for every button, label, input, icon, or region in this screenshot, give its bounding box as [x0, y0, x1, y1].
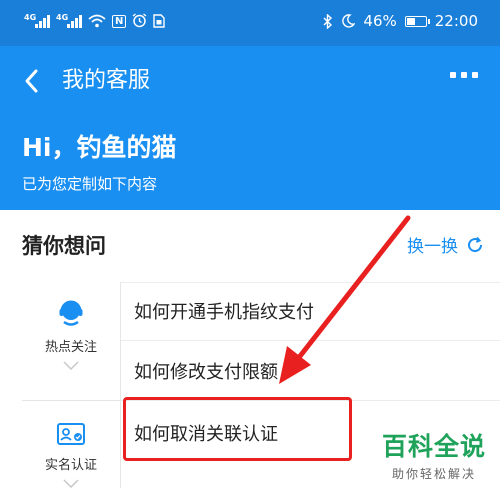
status-right: 46% 22:00	[323, 12, 478, 30]
chevron-down-icon	[63, 361, 79, 370]
more-options-icon[interactable]	[450, 72, 478, 78]
clock: 22:00	[434, 12, 478, 30]
category-real-name-verification[interactable]: 实名认证	[22, 422, 120, 488]
watermark-title: 百科全说	[381, 432, 486, 461]
battery-level	[406, 17, 415, 25]
category-label: 实名认证	[44, 458, 97, 473]
category-label: 热点关注	[44, 340, 97, 355]
question-item[interactable]: 如何修改支付限额	[134, 358, 278, 384]
refresh-icon	[468, 236, 483, 252]
watermark-logo: 百科全说 助你轻松解决	[382, 427, 486, 482]
customer-service-icon	[59, 300, 83, 326]
chevron-down-icon	[63, 479, 79, 488]
category-sidebar: 热点关注 实名认证	[22, 282, 121, 488]
status-bar: 4G 4G N 46% 22:00	[0, 0, 500, 46]
watermark-slogan: 助你轻松解决	[391, 467, 476, 481]
section-title: 猜你想问	[22, 234, 106, 258]
question-item[interactable]: 如何开通手机指纹支付	[134, 298, 314, 324]
refresh-button[interactable]: 换一换	[407, 232, 484, 257]
signal-2-icon: 4G	[56, 13, 82, 28]
divider	[121, 340, 500, 341]
id-card-icon	[57, 423, 85, 445]
bluetooth-icon	[323, 13, 333, 29]
sim-card-icon	[153, 14, 166, 28]
status-left: 4G 4G N	[24, 13, 166, 28]
divider	[22, 400, 120, 401]
do-not-disturb-moon-icon	[342, 14, 356, 28]
battery-icon	[404, 15, 430, 27]
network-type-1: 4G	[24, 13, 37, 22]
divider	[121, 282, 500, 283]
wifi-icon	[88, 14, 106, 28]
category-hot-topics[interactable]: 热点关注	[22, 298, 120, 370]
battery-percent: 46%	[363, 12, 397, 30]
greeting-subtitle: 已为您定制如下内容	[22, 175, 158, 193]
signal-1-icon: 4G	[24, 13, 50, 28]
page-title: 我的客服	[62, 68, 151, 93]
greeting: Hi，钓鱼的猫	[22, 133, 177, 162]
refresh-label: 换一换	[407, 237, 458, 257]
back-arrow-icon[interactable]	[20, 66, 44, 96]
highlight-box-annotation	[123, 397, 352, 461]
alarm-icon	[132, 13, 147, 28]
network-type-2: 4G	[56, 13, 69, 22]
nfc-icon: N	[112, 15, 127, 28]
header: 我的客服 Hi，钓鱼的猫 已为您定制如下内容	[0, 46, 500, 210]
